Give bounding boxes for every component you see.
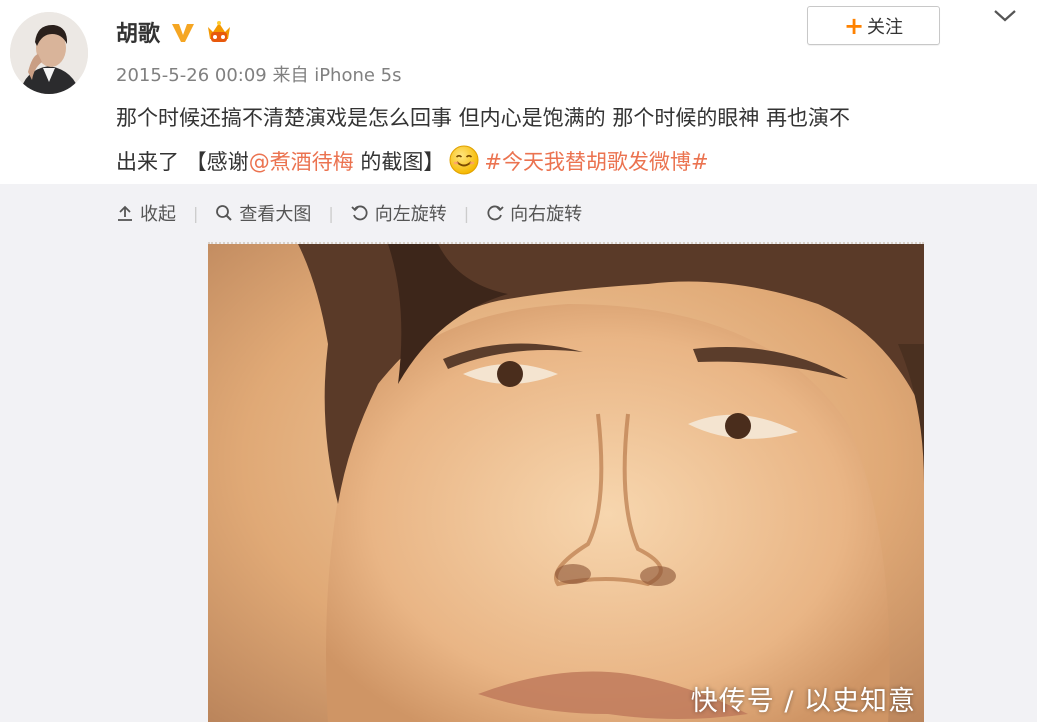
post-photo[interactable]: 快传号 / 以史知意: [208, 242, 924, 722]
rotate-left-label: 向左旋转: [374, 204, 447, 225]
post-text-line-2: 出来了 【感谢@煮酒待梅 的截图】 #今天我替胡歌发微博#: [116, 140, 1016, 184]
rotate-left-button[interactable]: 向左旋转: [351, 200, 447, 226]
post-text-prefix: 出来了 【感谢: [116, 150, 249, 174]
toolbar-divider: |: [193, 203, 199, 223]
chevron-down-icon[interactable]: [992, 6, 1018, 26]
image-toolbar: 收起 | 查看大图 | 向左旋转 | 向右旋转: [116, 200, 582, 226]
follow-plus-icon: +: [843, 11, 865, 40]
topic-hashtag-link[interactable]: #今天我替胡歌发微博#: [484, 150, 708, 174]
search-icon: [216, 205, 233, 221]
image-viewer-panel: 收起 | 查看大图 | 向左旋转 | 向右旋转 快传号 / 以史知意: [0, 184, 1037, 722]
toolbar-divider: |: [463, 203, 470, 223]
view-large-label: 查看大图: [239, 204, 312, 225]
post-text: 那个时候还搞不清楚演戏是怎么回事 但内心是饱满的 那个时候的眼神 再也演不 出来…: [116, 96, 1016, 184]
author-name[interactable]: 胡歌: [116, 16, 160, 48]
smile-emoji-icon: [449, 145, 479, 175]
rotate-right-button[interactable]: 向右旋转: [486, 200, 582, 226]
toolbar-divider: |: [328, 203, 334, 223]
collapse-button[interactable]: 收起: [116, 200, 176, 226]
rotate-right-label: 向右旋转: [510, 204, 583, 225]
weibo-post: 胡歌 2015-5-26 00:09 来自 iPhone 5s + 关注 那个时…: [0, 0, 1037, 184]
view-large-button[interactable]: 查看大图: [215, 200, 311, 226]
rotate-right-icon: [487, 205, 504, 221]
post-meta: 2015-5-26 00:09 来自 iPhone 5s: [116, 65, 402, 86]
follow-label: 关注: [867, 16, 904, 38]
vip-crown-icon[interactable]: [204, 17, 234, 47]
post-text-line-1: 那个时候还搞不清楚演戏是怎么回事 但内心是饱满的 那个时候的眼神 再也演不: [116, 106, 851, 130]
author-avatar[interactable]: [10, 12, 88, 94]
collapse-label: 收起: [140, 204, 176, 225]
collapse-icon: [118, 205, 132, 221]
verified-v-icon: [172, 24, 195, 42]
author-line: 胡歌: [116, 16, 234, 48]
user-mention-link[interactable]: @煮酒待梅: [249, 150, 354, 174]
watermark-text: 快传号 / 以史知意: [690, 686, 916, 717]
post-text-mid: 的截图】: [353, 150, 445, 174]
rotate-left-icon: [351, 205, 368, 221]
follow-button[interactable]: + 关注: [807, 6, 940, 45]
